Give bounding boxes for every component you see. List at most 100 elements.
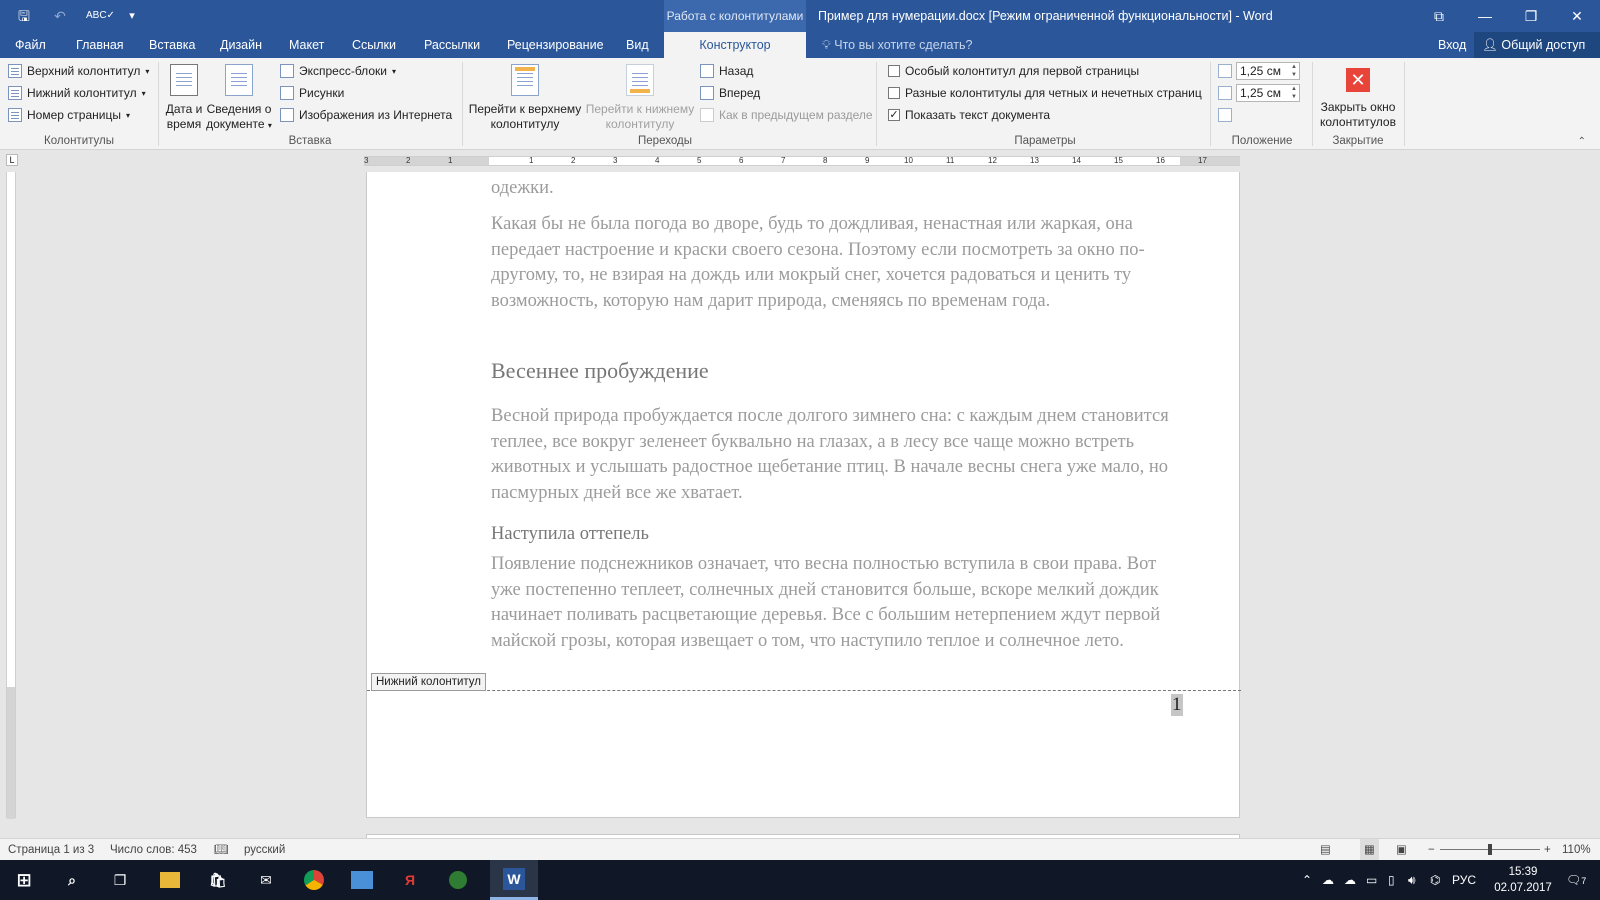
customize-qat-icon[interactable]: ▾ (122, 6, 142, 26)
search-button[interactable]: ⌕ (48, 860, 96, 900)
network-icon[interactable]: ⌬ (1430, 860, 1440, 900)
ruler-tick: 15 (1114, 156, 1123, 165)
different-first-page-checkbox[interactable]: Особый колонтитул для первой страницы (888, 64, 1139, 78)
close-header-footer-button[interactable]: ✕ Закрыть окно колонтитулов (1316, 64, 1400, 130)
onedrive-icon[interactable]: ☁ (1322, 860, 1334, 900)
chevron-down-icon: ▾ (391, 66, 396, 76)
footer-position-input[interactable]: 1,25 см (1236, 84, 1300, 102)
read-mode-icon[interactable]: ▤ (1320, 839, 1331, 861)
chevron-down-icon: ▾ (267, 121, 272, 130)
sign-in-link[interactable]: Вход (1438, 32, 1466, 58)
page-count-status[interactable]: Страница 1 из 3 (8, 839, 94, 861)
spelling-icon[interactable]: ABC✓ (86, 6, 115, 26)
zoom-out-button[interactable]: − (1428, 839, 1435, 861)
chrome-button[interactable] (290, 860, 338, 900)
file-explorer-button[interactable] (146, 860, 194, 900)
zoom-level[interactable]: 110% (1562, 839, 1591, 861)
right-margin-shade (1180, 157, 1240, 165)
save-icon[interactable]: 🖫 (14, 6, 34, 26)
quick-parts-icon (280, 64, 294, 78)
tab-design[interactable]: Дизайн (220, 32, 262, 58)
web-layout-icon[interactable]: ▣ (1396, 839, 1407, 861)
tab-home[interactable]: Главная (76, 32, 124, 58)
goto-footer-button[interactable]: Перейти к нижнему колонтитулу (582, 64, 698, 132)
tab-layout[interactable]: Макет (289, 32, 324, 58)
status-bar: Страница 1 из 3 Число слов: 453 📖︎ русск… (0, 838, 1600, 861)
online-pictures-button[interactable]: Изображения из Интернета (280, 108, 452, 122)
tab-header-footer-design[interactable]: Конструктор (664, 32, 806, 58)
tab-view[interactable]: Вид (626, 32, 649, 58)
pictures-button[interactable]: Рисунки (280, 86, 344, 100)
page-number-dropdown[interactable]: Номер страницы ▾ (8, 108, 130, 122)
page-number-field[interactable]: 1 (1171, 694, 1183, 716)
tab-review[interactable]: Рецензирование (507, 32, 604, 58)
input-language[interactable]: РУС (1452, 860, 1476, 900)
footer-dropdown[interactable]: Нижний колонтитул ▾ (8, 86, 146, 100)
different-first-page-label: Особый колонтитул для первой страницы (905, 64, 1140, 78)
tab-file[interactable]: Файл (15, 32, 46, 58)
link-to-previous-label: Как в предыдущем разделе (719, 108, 873, 122)
clock-date: 02.07.2017 (1494, 882, 1552, 894)
zoom-slider-thumb[interactable] (1488, 844, 1492, 855)
show-hidden-icons-icon[interactable]: ⌃ (1302, 860, 1312, 900)
print-layout-icon[interactable]: ▦ (1360, 839, 1379, 861)
store-button[interactable]: 🛍︎ (194, 860, 242, 900)
subheading: Наступила оттепель (491, 524, 649, 544)
search-icon: ⌕ (68, 871, 76, 888)
battery-icon[interactable]: ▯ (1388, 860, 1395, 900)
tab-insert[interactable]: Вставка (149, 32, 195, 58)
tab-selector[interactable]: L (6, 154, 18, 166)
ribbon-display-options-icon[interactable]: ⧉ (1416, 0, 1462, 32)
proofing-icon[interactable]: 📖︎ (214, 839, 229, 861)
tab-mailings[interactable]: Рассылки (424, 32, 480, 58)
goto-header-button[interactable]: Перейти к верхнему колонтитулу (466, 64, 584, 132)
tell-me-search[interactable]: 💡︎ Что вы хотите сделать? (822, 32, 972, 58)
date-time-button[interactable]: Дата и время (162, 64, 206, 132)
collapse-ribbon-icon[interactable]: ⌃ (1578, 136, 1586, 147)
header-dropdown[interactable]: Верхний колонтитул ▾ (8, 64, 149, 78)
onedrive-personal-icon[interactable]: ☁ (1344, 860, 1356, 900)
start-button[interactable]: ⊞ (0, 860, 48, 900)
tab-references[interactable]: Ссылки (352, 32, 396, 58)
notifications-button[interactable]: 🗨︎7 (1566, 860, 1586, 900)
zoom-in-button[interactable]: + (1544, 839, 1551, 861)
show-document-text-checkbox[interactable]: ✓ Показать текст документа (888, 108, 1050, 122)
vertical-scrollbar[interactable] (1584, 150, 1600, 838)
header-position-input[interactable]: 1,25 см (1236, 62, 1300, 80)
app-button[interactable] (434, 860, 482, 900)
display-icon[interactable]: ▭ (1366, 860, 1377, 900)
footer-label: Нижний колонтитул (27, 86, 137, 100)
task-view-button[interactable]: ❐ (96, 860, 144, 900)
document-info-button[interactable]: Сведения о документе ▾ (204, 64, 274, 133)
minimize-icon[interactable]: — (1462, 0, 1508, 32)
document-page[interactable]: одежки. Какая бы не была погода во дворе… (366, 172, 1241, 818)
language-status[interactable]: русский (244, 839, 285, 861)
checkmark-icon: ✓ (888, 109, 900, 121)
image-app-button[interactable] (338, 860, 386, 900)
share-button[interactable]: 👤︎ Общий доступ (1474, 32, 1600, 58)
undo-icon[interactable]: ↶ (50, 6, 70, 26)
link-to-previous-button[interactable]: Как в предыдущем разделе (700, 108, 873, 122)
different-odd-even-checkbox[interactable]: Разные колонтитулы для четных и нечетных… (888, 86, 1202, 100)
link-icon (700, 108, 714, 122)
volume-icon[interactable]: 🔊︎ (1408, 860, 1416, 900)
mail-button[interactable]: ✉ (242, 860, 290, 900)
ruler-tick: 17 (1198, 156, 1207, 165)
next-button[interactable]: Вперед (700, 86, 760, 100)
yandex-browser-button[interactable]: Я (386, 860, 434, 900)
insert-alignment-tab-button[interactable] (1218, 108, 1232, 122)
clock[interactable]: 15:39 02.07.2017 (1488, 864, 1558, 896)
goto-header-label-2: колонтитулу (490, 117, 560, 131)
close-icon[interactable]: ✕ (1554, 0, 1600, 32)
ruler-tick: 7 (781, 156, 786, 165)
restore-icon[interactable]: ❐ (1508, 0, 1554, 32)
calendar-icon (170, 64, 198, 96)
header-position-spinner: 1,25 см (1218, 62, 1300, 80)
quick-parts-dropdown[interactable]: Экспресс-блоки ▾ (280, 64, 396, 78)
word-count-status[interactable]: Число слов: 453 (110, 839, 197, 861)
horizontal-ruler[interactable]: 3 2 1 1 2 3 4 5 6 7 8 9 10 11 12 13 14 1… (364, 156, 1240, 166)
vertical-ruler[interactable] (6, 172, 16, 819)
previous-button[interactable]: Назад (700, 64, 753, 78)
group-separator (462, 62, 463, 146)
word-button[interactable]: W (490, 860, 538, 900)
